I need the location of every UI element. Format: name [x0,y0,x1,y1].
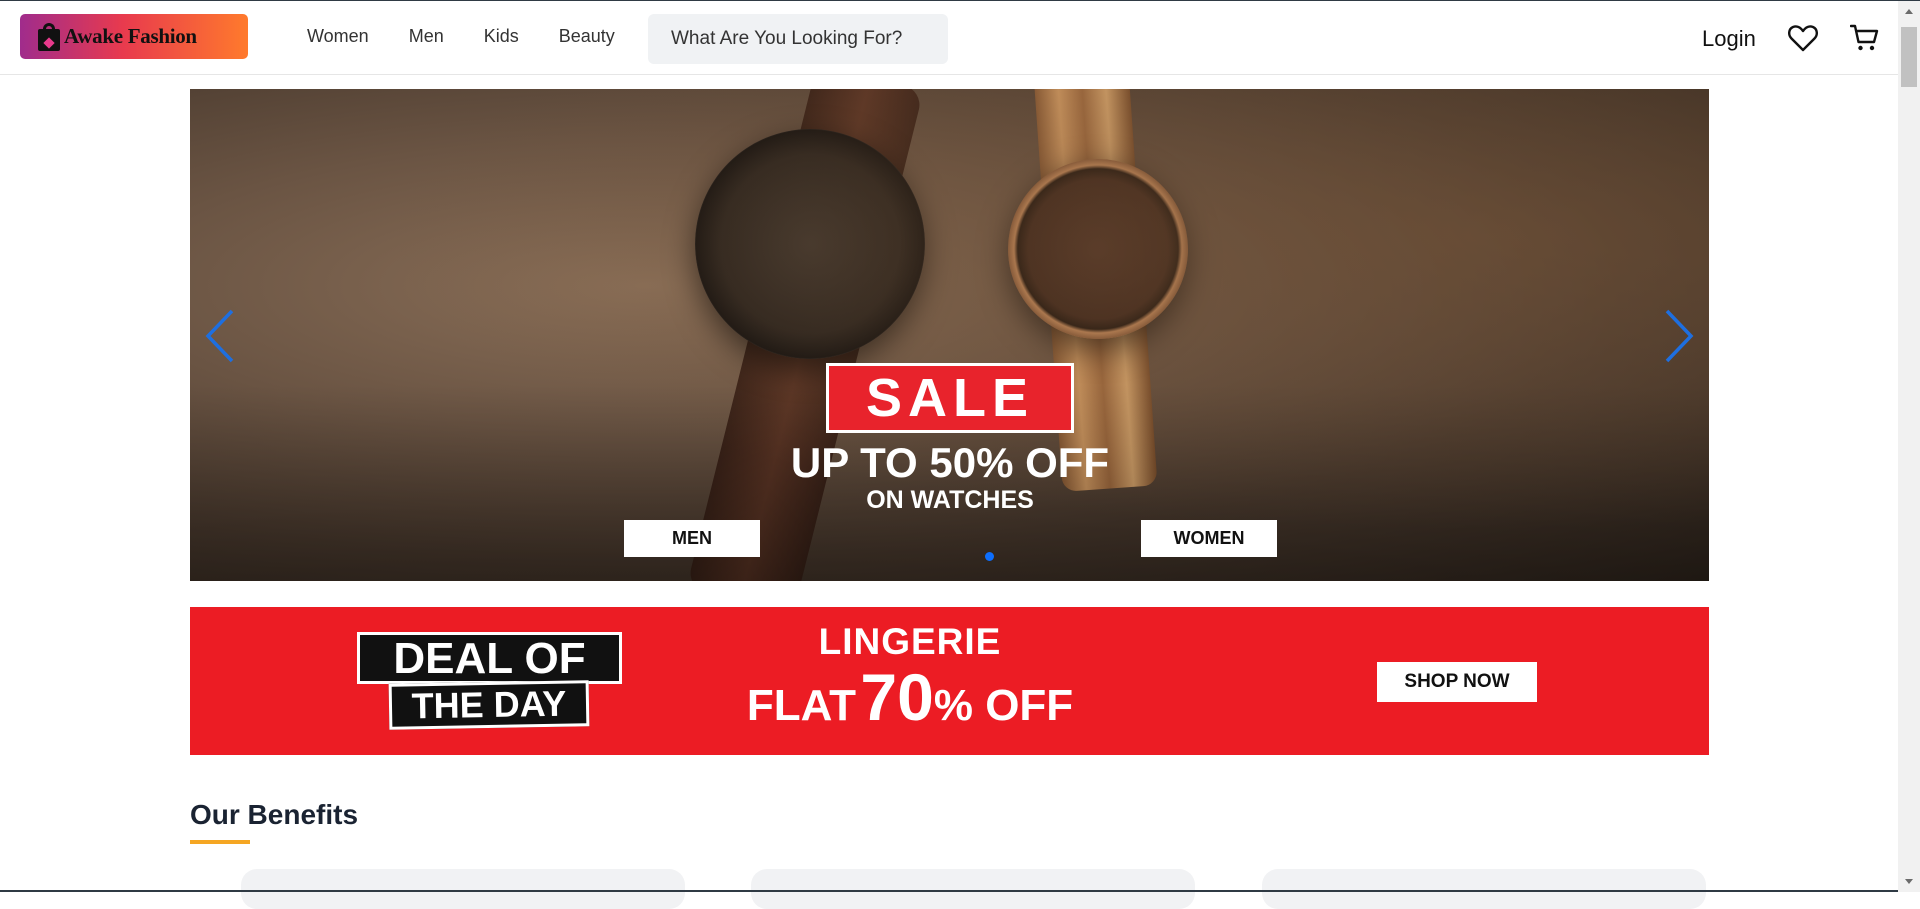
benefit-card [1262,869,1706,909]
sale-subline: ON WATCHES [866,486,1034,514]
search-input[interactable] [648,14,948,64]
shop-men-button[interactable]: MEN [624,520,760,557]
shop-women-button[interactable]: WOMEN [1141,520,1277,557]
heading-underline [190,840,250,844]
main-nav: Women Men Kids Beauty [307,26,655,47]
scroll-up-arrow-icon[interactable] [1905,9,1913,14]
deal-tag: DEAL OF THE DAY [357,632,622,730]
benefit-card [241,869,685,909]
brand-logo[interactable]: Awake Fashion [20,14,248,59]
deal-tag-line2: THE DAY [388,680,590,730]
deal-offer: FLAT 70% OFF [630,659,1190,735]
deal-category: LINGERIE [818,621,1002,662]
heart-icon[interactable] [1788,24,1818,52]
nav-item-women[interactable]: Women [307,26,369,47]
page-scrollbar[interactable] [1898,1,1920,892]
brand-name: Awake Fashion [64,24,197,48]
nav-item-kids[interactable]: Kids [484,26,519,47]
scroll-thumb[interactable] [1901,27,1917,87]
sale-headline: UP TO 50% OFF [790,439,1110,486]
deal-offer-suffix: % OFF [933,681,1074,730]
chevron-left-icon[interactable] [200,306,240,366]
nav-item-men[interactable]: Men [409,26,444,47]
cart-icon[interactable] [1850,24,1880,52]
login-link[interactable]: Login [1702,26,1756,52]
shopping-bag-icon [38,22,60,51]
scroll-down-arrow-icon[interactable] [1905,879,1913,884]
benefits-heading: Our Benefits [190,799,359,830]
deal-tag-line1: DEAL OF [357,632,622,684]
deal-of-the-day-banner[interactable]: DEAL OF THE DAY LINGERIE FLAT 70% OFF SH… [190,607,1709,755]
deal-offer-number: 70 [860,660,934,734]
shop-now-button[interactable]: SHOP NOW [1377,662,1537,702]
deal-offer-flat: FLAT [746,681,856,730]
benefit-card [751,869,1195,909]
nav-item-beauty[interactable]: Beauty [559,26,615,47]
sale-badge: SALE [826,363,1074,433]
carousel-indicator-dot[interactable] [985,552,994,561]
hero-carousel: SALE UP TO 50% OFF ON WATCHES MEN WOMEN [190,89,1709,581]
chevron-right-icon[interactable] [1659,306,1699,366]
site-header: Awake Fashion Women Men Kids Beauty Logi… [0,1,1898,75]
